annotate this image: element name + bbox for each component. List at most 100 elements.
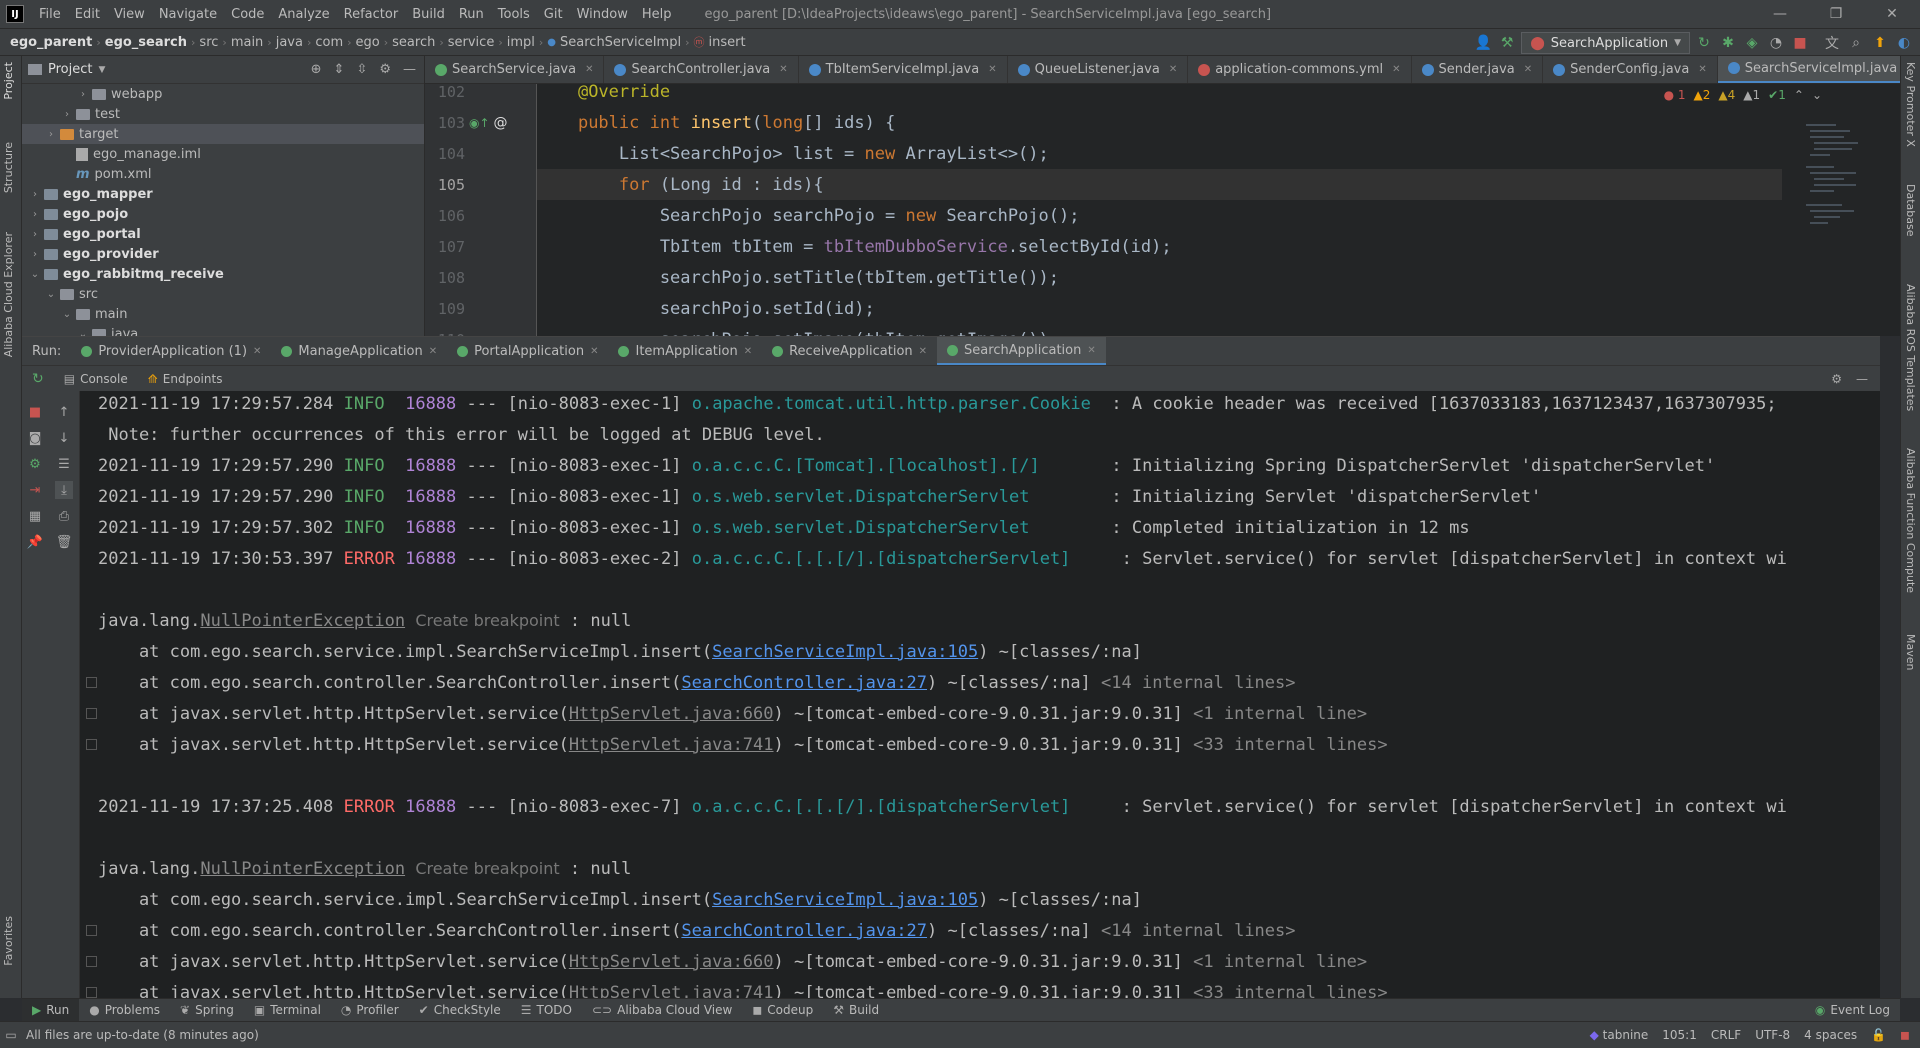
code-line[interactable]: List<SearchPojo> list = new ArrayList<>(… [537, 138, 1782, 169]
source-link[interactable]: SearchController.java:27 [681, 921, 927, 941]
breadcrumb-item[interactable]: ego [352, 35, 384, 50]
menu-refactor[interactable]: Refactor [337, 7, 406, 22]
run-tab[interactable]: PortalApplication ✕ [447, 337, 608, 365]
maven-tool-button[interactable]: Maven [1904, 634, 1917, 670]
editor-tab[interactable]: SearchServiceImpl.java✕ [1717, 56, 1900, 83]
editor-tab[interactable]: QueueListener.java ✕ [1008, 56, 1189, 83]
build-hammer-icon[interactable]: ⚒ [1497, 33, 1517, 53]
menu-git[interactable]: Git [537, 7, 570, 22]
breadcrumb-item[interactable]: java [272, 35, 307, 50]
fold-toggle-icon[interactable] [86, 987, 97, 998]
run-tab[interactable]: ManageApplication ✕ [271, 337, 447, 365]
event-log-button[interactable]: ◉ Event Log [1805, 1003, 1900, 1017]
run-tab[interactable]: ProviderApplication (1) ✕ [71, 337, 271, 365]
internal-lines-fold[interactable]: <1 internal line> [1193, 704, 1367, 724]
database-tool-button[interactable]: Database [1904, 184, 1917, 237]
restore-button[interactable]: ❐ [1808, 0, 1864, 28]
breadcrumb-item[interactable]: main [227, 35, 267, 50]
function-compute-tool-button[interactable]: Alibaba Function Compute [1904, 448, 1917, 593]
close-tab-icon[interactable]: ✕ [1169, 64, 1177, 75]
chevron-icon[interactable]: ⌄ [60, 309, 74, 320]
lock-icon[interactable]: 🔓 [1871, 1028, 1886, 1042]
menu-file[interactable]: File [32, 7, 68, 22]
tree-item[interactable]: ⌄ src [22, 284, 424, 304]
tree-item[interactable]: › webapp [22, 84, 424, 104]
tool-codeup[interactable]: ◼ Codeup [742, 1003, 823, 1017]
tool-checkstyle[interactable]: ✔ CheckStyle [409, 1003, 511, 1017]
menu-tools[interactable]: Tools [491, 7, 537, 22]
run-tab[interactable]: ItemApplication ✕ [608, 337, 762, 365]
close-tab-icon[interactable]: ✕ [590, 346, 598, 357]
update-icon[interactable]: ⬆ [1870, 33, 1890, 53]
code-line[interactable]: for (Long id : ids){ [537, 169, 1782, 200]
expand-all-icon[interactable]: ⇕ [334, 62, 345, 77]
annotation-icon[interactable]: @ [494, 115, 508, 131]
restore-layout-icon[interactable]: ⚙ [26, 455, 44, 473]
fold-toggle-icon[interactable] [86, 708, 97, 719]
indent-setting[interactable]: 4 spaces [1804, 1028, 1857, 1042]
editor-minimap[interactable] [1804, 114, 1864, 314]
print-icon[interactable]: ⎙ [55, 507, 73, 525]
tree-item[interactable]: ego_manage.iml [22, 144, 424, 164]
breadcrumb-item[interactable]: ego_parent [6, 35, 96, 50]
tool-terminal[interactable]: ▣ Terminal [244, 1003, 331, 1017]
chevron-icon[interactable]: › [28, 229, 42, 240]
breadcrumb-item[interactable]: com [311, 35, 347, 50]
tree-item[interactable]: › ego_pojo [22, 204, 424, 224]
library-source-link[interactable]: HttpServlet.java:660 [569, 952, 774, 972]
alibaba-cloud-explorer-button[interactable]: Alibaba Cloud Explorer [2, 232, 15, 357]
breadcrumb-item[interactable]: src [195, 35, 222, 50]
layout-icon[interactable]: ▦ [26, 507, 44, 525]
collapse-all-icon[interactable]: ⇳ [356, 62, 367, 77]
tree-item[interactable]: › target [22, 124, 424, 144]
editor-tab[interactable]: Sender.java ✕ [1412, 56, 1544, 83]
project-view-select[interactable]: Project [48, 62, 92, 77]
internal-lines-fold[interactable]: <33 internal lines> [1193, 983, 1387, 1000]
run-tab[interactable]: SearchApplication ✕ [937, 337, 1106, 365]
internal-lines-fold[interactable]: <1 internal line> [1193, 952, 1367, 972]
soft-wrap-icon[interactable]: ☰ [55, 455, 73, 473]
tree-item[interactable]: › ego_mapper [22, 184, 424, 204]
internal-lines-fold[interactable]: <33 internal lines> [1193, 735, 1387, 755]
close-tab-icon[interactable]: ✕ [1698, 64, 1706, 75]
menu-run[interactable]: Run [452, 7, 491, 22]
library-source-link[interactable]: HttpServlet.java:741 [569, 983, 774, 1000]
library-source-link[interactable]: HttpServlet.java:741 [569, 735, 774, 755]
fold-toggle-icon[interactable] [86, 925, 97, 936]
console-output[interactable]: 2021-11-19 17:29:57.284 INFO 16888 --- [… [80, 391, 1880, 999]
chevron-up-icon[interactable]: ⌃ [1794, 88, 1804, 102]
caret-position[interactable]: 105:1 [1662, 1028, 1697, 1042]
user-icon[interactable]: 👤 [1473, 33, 1493, 53]
gear-icon[interactable]: ⚙ [1831, 372, 1842, 386]
pin-icon[interactable]: 📌 [26, 533, 44, 551]
favorites-tool-button[interactable]: Favorites [2, 916, 15, 966]
breadcrumb-item[interactable]: SearchServiceImpl [556, 35, 685, 50]
tab-console[interactable]: ▤ Console [54, 372, 138, 386]
status-message[interactable]: All files are up-to-date (8 minutes ago) [22, 1028, 259, 1042]
menu-edit[interactable]: Edit [68, 7, 107, 22]
tree-item[interactable]: › ego_provider [22, 244, 424, 264]
menu-build[interactable]: Build [405, 7, 452, 22]
code-editor[interactable]: 102 103 ◉↑ @104 105 106 107 108 109 110 @Override… [425, 84, 1900, 336]
camera-icon[interactable]: ◙ [26, 429, 44, 447]
rerun-icon[interactable]: ↻ [1694, 33, 1714, 53]
tree-item[interactable]: ⌄ main [22, 304, 424, 324]
code-line[interactable]: @Override [537, 84, 1782, 107]
stop-icon[interactable]: ■ [1790, 33, 1810, 53]
notifications-icon[interactable]: ◼ [1900, 1028, 1910, 1042]
exit-icon[interactable]: ⇥ [26, 481, 44, 499]
file-encoding[interactable]: UTF-8 [1755, 1028, 1790, 1042]
menu-view[interactable]: View [107, 7, 152, 22]
close-tab-icon[interactable]: ✕ [988, 64, 996, 75]
source-link[interactable]: SearchServiceImpl.java:105 [712, 890, 978, 910]
editor-tab[interactable]: SenderConfig.java ✕ [1543, 56, 1718, 83]
chevron-icon[interactable]: ⌄ [28, 269, 42, 280]
arrow-down-icon[interactable]: ↓ [55, 429, 73, 447]
close-tab-icon[interactable]: ✕ [253, 346, 261, 357]
structure-tool-button[interactable]: Structure [2, 142, 15, 193]
code-line[interactable]: TbItem tbItem = tbItemDubboService .selec… [537, 231, 1782, 262]
chevron-icon[interactable]: ⌄ [76, 329, 90, 337]
run-configuration-select[interactable]: ⬤ SearchApplication ▼ [1521, 32, 1690, 54]
close-tab-icon[interactable]: ✕ [919, 346, 927, 357]
breadcrumb-item[interactable]: service [444, 35, 499, 50]
